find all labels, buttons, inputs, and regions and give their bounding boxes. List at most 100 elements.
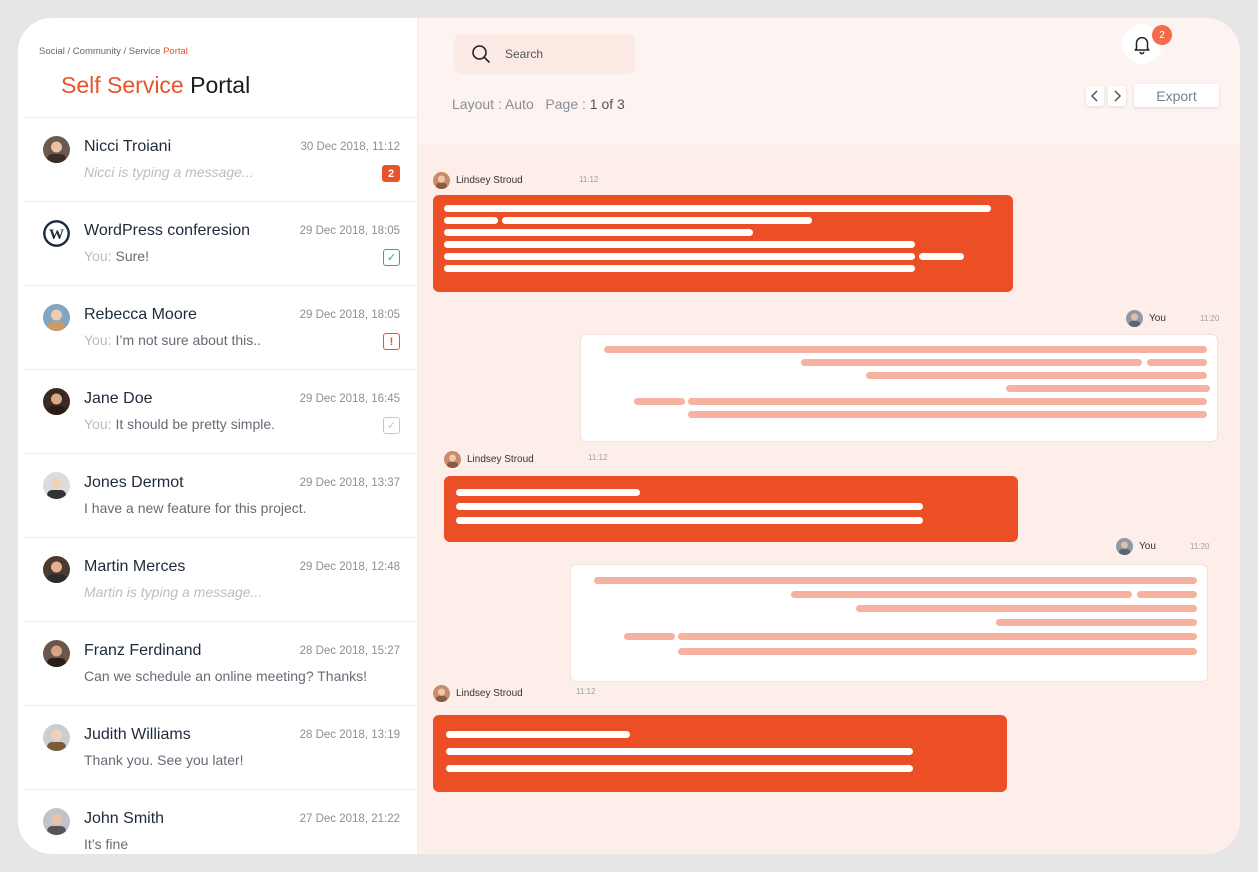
conversation-preview: I have a new feature for this project.: [84, 500, 307, 516]
page-label: Page :: [545, 96, 590, 112]
message-header: Lindsey Stroud: [433, 172, 523, 189]
preview-text: I have a new feature for this project.: [84, 500, 307, 516]
avatar: W: [43, 220, 70, 247]
breadcrumb: Social / Community / Service Portal: [39, 46, 188, 57]
preview-text: Martin is typing a message...: [84, 584, 263, 600]
conversation-item[interactable]: John Smith 27 Dec 2018, 21:22 It’s fine: [25, 789, 417, 854]
conversation-sidebar: Social / Community / Service Portal Self…: [18, 18, 418, 854]
page-title-rest: Portal: [183, 72, 251, 98]
conversation-item[interactable]: Martin Merces 29 Dec 2018, 12:48 Martin …: [25, 537, 417, 621]
preview-text: Can we schedule an online meeting? Thank…: [84, 668, 368, 684]
message-bubble-incoming: [433, 715, 1007, 792]
conversation-time: 28 Dec 2018, 15:27: [299, 645, 400, 657]
you-prefix: You:: [84, 416, 112, 432]
conversation-time: 29 Dec 2018, 12:48: [299, 561, 400, 573]
message-sender: You: [1139, 541, 1156, 552]
message-header: Lindsey Stroud: [444, 451, 534, 468]
preview-text: It’s fine: [84, 836, 129, 852]
notification-count-badge: 2: [1152, 25, 1172, 45]
preview-text: I’m not sure about this..: [115, 332, 262, 348]
conversation-preview: Can we schedule an online meeting? Thank…: [84, 668, 367, 684]
conversation-name: Jane Doe: [84, 390, 153, 407]
conversation-time: 30 Dec 2018, 11:12: [300, 141, 400, 153]
breadcrumb-social[interactable]: Social: [39, 46, 65, 57]
layout-info: Layout : Auto Page : 1 of 3: [452, 96, 625, 112]
search-input[interactable]: Search: [454, 34, 635, 74]
conversation-name: WordPress conferesion: [84, 222, 250, 239]
avatar: [43, 556, 70, 583]
message-sender: You: [1149, 313, 1166, 324]
page-title-accent: Self Service: [61, 72, 184, 98]
app-window: Social / Community / Service Portal Self…: [18, 18, 1240, 854]
breadcrumb-portal: Portal: [163, 46, 188, 57]
conversation-name: Franz Ferdinand: [84, 642, 202, 659]
chat-panel: Search Layout : Auto Page : 1 of 3 2 Exp…: [418, 18, 1240, 854]
layout-label: Layout :: [452, 96, 505, 112]
chat-toolbar: Search Layout : Auto Page : 1 of 3 2 Exp…: [418, 18, 1240, 145]
conversation-preview: Thank you. See you later!: [84, 752, 244, 768]
preview-text: It should be pretty simple.: [115, 416, 276, 432]
unread-count-badge: 2: [382, 165, 400, 182]
conversation-name: Martin Merces: [84, 558, 186, 575]
check-icon: ✓: [383, 249, 400, 266]
avatar: [1126, 310, 1143, 327]
message-header: You: [1126, 310, 1166, 327]
message-header: Lindsey Stroud: [433, 685, 523, 702]
avatar: [43, 640, 70, 667]
avatar: [1116, 538, 1133, 555]
layout-value[interactable]: Auto: [505, 96, 534, 112]
conversation-item[interactable]: Rebecca Moore 29 Dec 2018, 18:05 You: I’m…: [25, 285, 417, 369]
conversation-preview: Nicci is typing a message...: [84, 164, 254, 180]
preview-text: Nicci is typing a message...: [84, 164, 254, 180]
conversation-time: 29 Dec 2018, 16:45: [299, 393, 400, 405]
conversation-preview: You: It should be pretty simple.: [84, 416, 275, 432]
conversation-preview: You: I’m not sure about this..: [84, 332, 261, 348]
conversation-item[interactable]: Judith Williams 28 Dec 2018, 13:19 Thank…: [25, 705, 417, 789]
avatar: [433, 172, 450, 189]
avatar: [444, 451, 461, 468]
search-icon: [472, 45, 490, 63]
conversation-time: 29 Dec 2018, 18:05: [299, 225, 400, 237]
breadcrumb-separator: /: [64, 46, 73, 57]
breadcrumb-community[interactable]: Community: [73, 46, 121, 57]
conversation-item[interactable]: W WordPress conferesion 29 Dec 2018, 18:…: [25, 201, 417, 285]
avatar: [43, 304, 70, 331]
message-time: 11:20: [1200, 314, 1220, 323]
conversation-preview: Martin is typing a message...: [84, 584, 262, 600]
page-title: Self Service Portal: [61, 72, 250, 99]
message-sender: Lindsey Stroud: [467, 454, 534, 465]
chevron-right-icon: [1114, 90, 1122, 102]
message-sender: Lindsey Stroud: [456, 688, 523, 699]
avatar: [43, 472, 70, 499]
message-time: 11:20: [1190, 542, 1210, 551]
conversation-item[interactable]: Nicci Troiani 30 Dec 2018, 11:12 Nicci i…: [25, 117, 417, 201]
svg-text:W: W: [49, 227, 64, 243]
conversation-name: Jones Dermot: [84, 474, 184, 491]
avatar: [43, 388, 70, 415]
message-bubble-outgoing: [580, 334, 1218, 442]
previous-page-button[interactable]: [1086, 86, 1104, 106]
message-time: 11:12: [579, 175, 599, 184]
conversation-time: 29 Dec 2018, 18:05: [299, 309, 400, 321]
conversation-name: Judith Williams: [84, 726, 191, 743]
conversation-item[interactable]: Jane Doe 29 Dec 2018, 16:45 You: It shoul…: [25, 369, 417, 453]
conversation-time: 29 Dec 2018, 13:37: [299, 477, 400, 489]
search-placeholder: Search: [505, 47, 544, 61]
message-bubble-incoming: [444, 476, 1018, 542]
next-page-button[interactable]: [1108, 86, 1126, 106]
conversation-time: 27 Dec 2018, 21:22: [299, 813, 400, 825]
message-bubble-incoming: [433, 195, 1013, 292]
check-icon: ✓: [383, 417, 400, 434]
conversation-preview: You: Sure!: [84, 248, 149, 264]
breadcrumb-separator: /: [120, 46, 129, 57]
breadcrumb-service[interactable]: Service: [129, 46, 163, 57]
conversation-item[interactable]: Jones Dermot 29 Dec 2018, 13:37 I have a…: [25, 453, 417, 537]
chevron-left-icon: [1090, 90, 1098, 102]
conversation-item[interactable]: Franz Ferdinand 28 Dec 2018, 15:27 Can w…: [25, 621, 417, 705]
conversation-name: Nicci Troiani: [84, 138, 172, 155]
export-button[interactable]: Export: [1134, 84, 1219, 107]
message-header: You: [1116, 538, 1156, 555]
bell-icon: [1134, 36, 1150, 55]
alert-icon: !: [383, 333, 400, 350]
message-time: 11:12: [588, 453, 608, 462]
